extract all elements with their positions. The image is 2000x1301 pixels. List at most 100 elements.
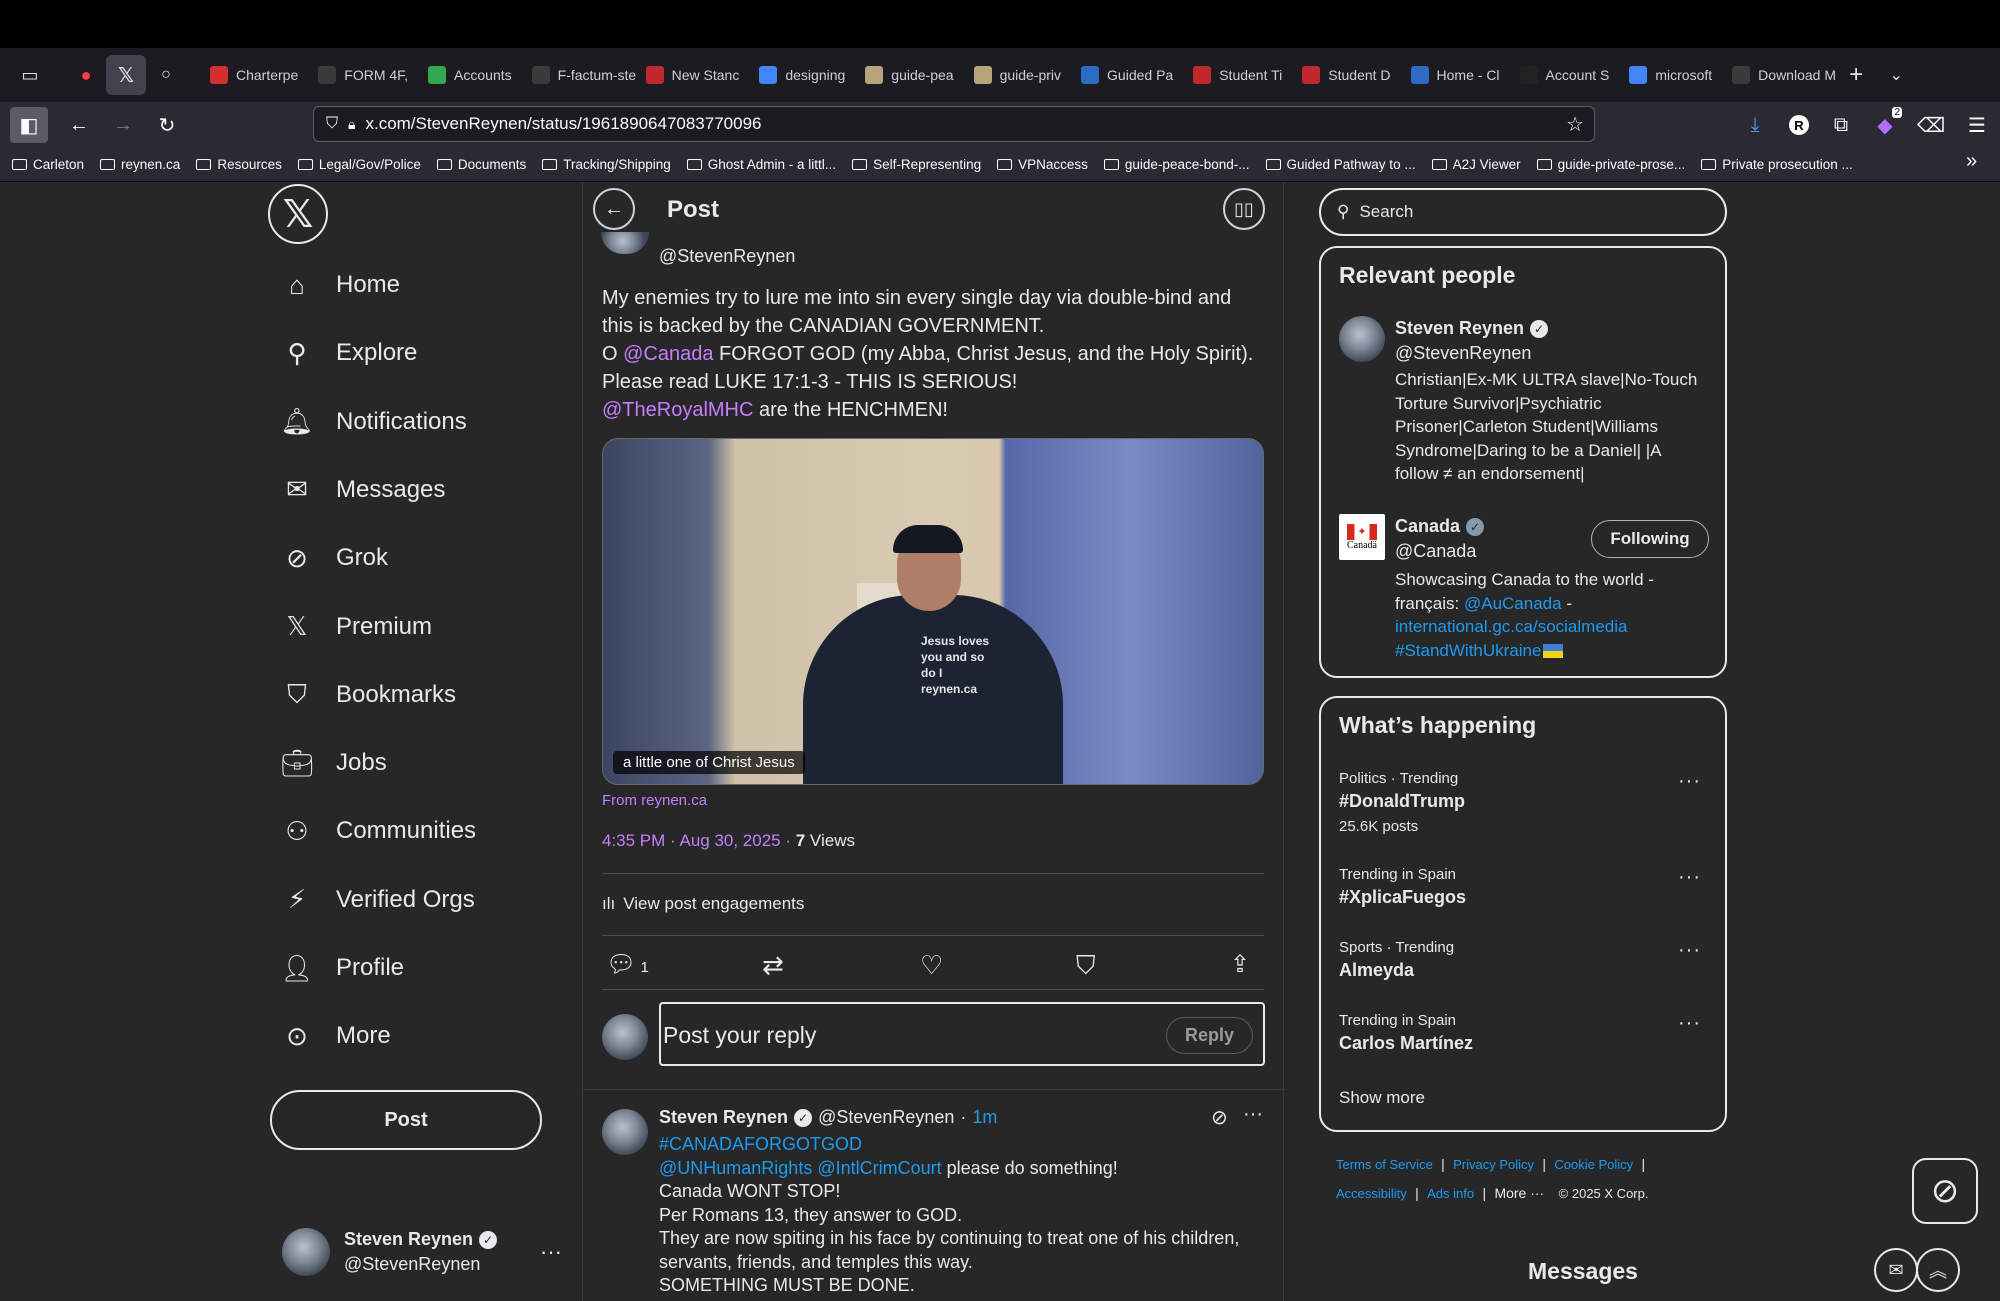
tab-8[interactable]: Guided Pa (1071, 55, 1183, 95)
bio-link[interactable]: @AuCanada (1464, 594, 1562, 613)
tab-4[interactable]: New Stanc (636, 55, 750, 95)
bio-link[interactable]: international.gc.ca/socialmedia (1395, 617, 1627, 636)
nav-item-messages[interactable]: ✉ Messages (282, 465, 445, 515)
reply-author-name[interactable]: Steven Reynen (659, 1107, 788, 1128)
footer-more-link[interactable]: More ··· (1494, 1185, 1544, 1201)
back-icon[interactable]: ← (60, 107, 98, 143)
back-arrow-icon[interactable]: ← (593, 188, 635, 230)
tab-6[interactable]: guide-pea (855, 55, 963, 95)
account-more-icon[interactable]: ··· (540, 1239, 562, 1265)
post-more-icon[interactable]: ··· (1243, 1103, 1263, 1126)
bio-hashtag[interactable]: #StandWithUkraine (1395, 641, 1541, 660)
sidebar-toggle-icon[interactable]: ◧ (10, 107, 48, 143)
tab-13[interactable]: microsoft (1619, 55, 1722, 95)
tab-1[interactable]: FORM 4F, (308, 55, 418, 95)
bookmark-item[interactable]: A2J Viewer (1431, 157, 1521, 172)
footer-privacy-link[interactable]: Privacy Policy (1453, 1157, 1534, 1172)
nav-item-premium[interactable]: 𝕏 Premium (282, 602, 433, 652)
nav-item-home[interactable]: ⌂ Home (282, 260, 400, 310)
trend-item[interactable]: Sports · Trending Almeyda ··· (1339, 939, 1707, 981)
footer-ads-link[interactable]: Ads info (1427, 1186, 1474, 1201)
menu-icon[interactable]: ☰ (1958, 107, 1996, 143)
person-name[interactable]: Canada (1395, 516, 1460, 537)
bookmark-item[interactable]: Documents (436, 157, 526, 172)
show-more-link[interactable]: Show more (1339, 1088, 1425, 1108)
bookmark-item[interactable]: guide-private-prose... (1536, 157, 1685, 172)
reply-icon[interactable]: 💬︎ 1 (606, 950, 649, 979)
bookmark-item[interactable]: Carleton (12, 157, 84, 172)
post-author-handle[interactable]: @StevenReynen (659, 246, 795, 267)
messages-label[interactable]: Messages (1528, 1258, 1638, 1285)
bookmark-item[interactable]: Tracking/Shipping (542, 157, 671, 172)
mention-links[interactable]: @UNHumanRights @IntlCrimCourt (659, 1158, 942, 1178)
post-button[interactable]: Post (270, 1090, 542, 1150)
avatar[interactable] (1339, 316, 1385, 362)
expand-messages-icon[interactable]: ︽ (1916, 1248, 1960, 1292)
person-name[interactable]: Steven Reynen (1395, 318, 1524, 339)
forward-icon[interactable]: → (104, 107, 142, 143)
downloads-icon[interactable]: ⤓ (1736, 107, 1774, 143)
tab-7[interactable]: guide-priv (964, 55, 1071, 95)
pinned-tab-youtube[interactable]: ● (66, 55, 106, 95)
bookmark-item[interactable]: Ghost Admin - a littl... (686, 157, 836, 172)
reply-button[interactable]: Reply (1165, 1017, 1253, 1054)
nav-item-profile[interactable]: 👤︎ Profile (281, 943, 405, 993)
extensions-icon[interactable]: ⧉ (1822, 107, 1860, 143)
new-message-icon[interactable]: ✉ (1874, 1248, 1918, 1292)
search-input[interactable]: ⚲ Search (1319, 188, 1727, 236)
footer-terms-link[interactable]: Terms of Service (1336, 1157, 1433, 1172)
avatar[interactable] (602, 1109, 648, 1155)
reader-mode-icon[interactable]: ▯▯ (1223, 188, 1265, 230)
tab-9[interactable]: Student Ti (1183, 55, 1292, 95)
reply-post[interactable]: Steven Reynen ✓ @StevenReynen · 1m ⊘ ··· … (583, 1103, 1285, 1301)
nav-item-communities[interactable]: ⚇ Communities (282, 806, 476, 856)
x-logo-icon[interactable]: 𝕏 (268, 184, 328, 244)
tab-3[interactable]: F-factum-stev (522, 55, 636, 95)
tab-list-chevron-icon[interactable]: ⌄ (1876, 55, 1916, 95)
bookmark-star-icon[interactable]: ☆ (1566, 112, 1584, 137)
trend-item[interactable]: Trending in Spain #XplicaFuegos ··· (1339, 866, 1707, 908)
tab-10[interactable]: Student D (1292, 55, 1400, 95)
nav-item-grok[interactable]: ⊘ Grok (282, 533, 388, 583)
tab-0[interactable]: Charterpe (200, 55, 308, 95)
reply-time[interactable]: 1m (972, 1107, 997, 1128)
trend-more-icon[interactable]: ··· (1678, 939, 1701, 962)
bookmark-item[interactable]: guide-peace-bond-... (1103, 157, 1250, 172)
like-icon[interactable]: ♡ (920, 950, 943, 981)
hashtag-link[interactable]: #CANADAFORGOTGOD (659, 1133, 1269, 1157)
footer-accessibility-link[interactable]: Accessibility (1336, 1186, 1407, 1201)
share-icon[interactable]: ⇪ (1230, 950, 1250, 979)
bookmark-item[interactable]: Legal/Gov/Police (297, 157, 421, 172)
bookmark-icon[interactable]: ⛉ (1076, 950, 1096, 982)
mention-canada[interactable]: @Canada (623, 343, 713, 365)
bookmark-item[interactable]: VPNaccess (997, 157, 1088, 172)
account-switcher[interactable]: Steven Reynen ✓ @StevenReynen ··· (282, 1222, 572, 1282)
tab-overview-icon[interactable]: ▭ (10, 55, 50, 95)
trend-more-icon[interactable]: ··· (1678, 866, 1701, 889)
tab-5[interactable]: designing (749, 55, 855, 95)
pinned-tab-x[interactable]: 𝕏 (106, 55, 146, 95)
tab-14[interactable]: Download Mic (1722, 55, 1836, 95)
profile-r-icon[interactable]: R (1780, 107, 1818, 143)
nav-item-jobs[interactable]: 💼︎ Jobs (281, 738, 387, 788)
bookmark-item[interactable]: reynen.ca (100, 157, 180, 172)
source-link[interactable]: From reynen.ca (602, 792, 707, 809)
view-engagements[interactable]: ılı View post engagements (602, 894, 804, 914)
reload-icon[interactable]: ↻ (148, 107, 186, 143)
new-tab-icon[interactable]: + (1836, 55, 1876, 95)
post-author-avatar[interactable] (601, 232, 649, 254)
nav-item-verified-orgs[interactable]: ⚡︎ Verified Orgs (282, 875, 475, 925)
canada-logo[interactable]: ✦ Canadä (1339, 514, 1385, 560)
grok-floating-button[interactable]: ⊘ (1912, 1158, 1978, 1224)
bookmark-item[interactable]: Guided Pathway to ... (1265, 157, 1416, 172)
trend-item[interactable]: Trending in Spain Carlos Martínez ··· (1339, 1012, 1707, 1054)
shield-icon[interactable]: ⛉ (326, 115, 338, 133)
trend-item[interactable]: Politics · Trending #DonaldTrump 25.6K pos… (1339, 770, 1707, 835)
tab-12[interactable]: Account S (1510, 55, 1620, 95)
repost-icon[interactable]: ⇄ (762, 950, 784, 981)
nav-item-notifications[interactable]: 🔔︎ Notifications (281, 397, 467, 447)
trend-more-icon[interactable]: ··· (1678, 1012, 1701, 1035)
mention-royalmhc[interactable]: @TheRoyalMHC (602, 399, 753, 421)
url-bar[interactable]: ⛉ 🔒︎ x.com/StevenReynen/status/196189064… (313, 106, 1595, 142)
bookmark-item[interactable]: Resources (196, 157, 282, 172)
